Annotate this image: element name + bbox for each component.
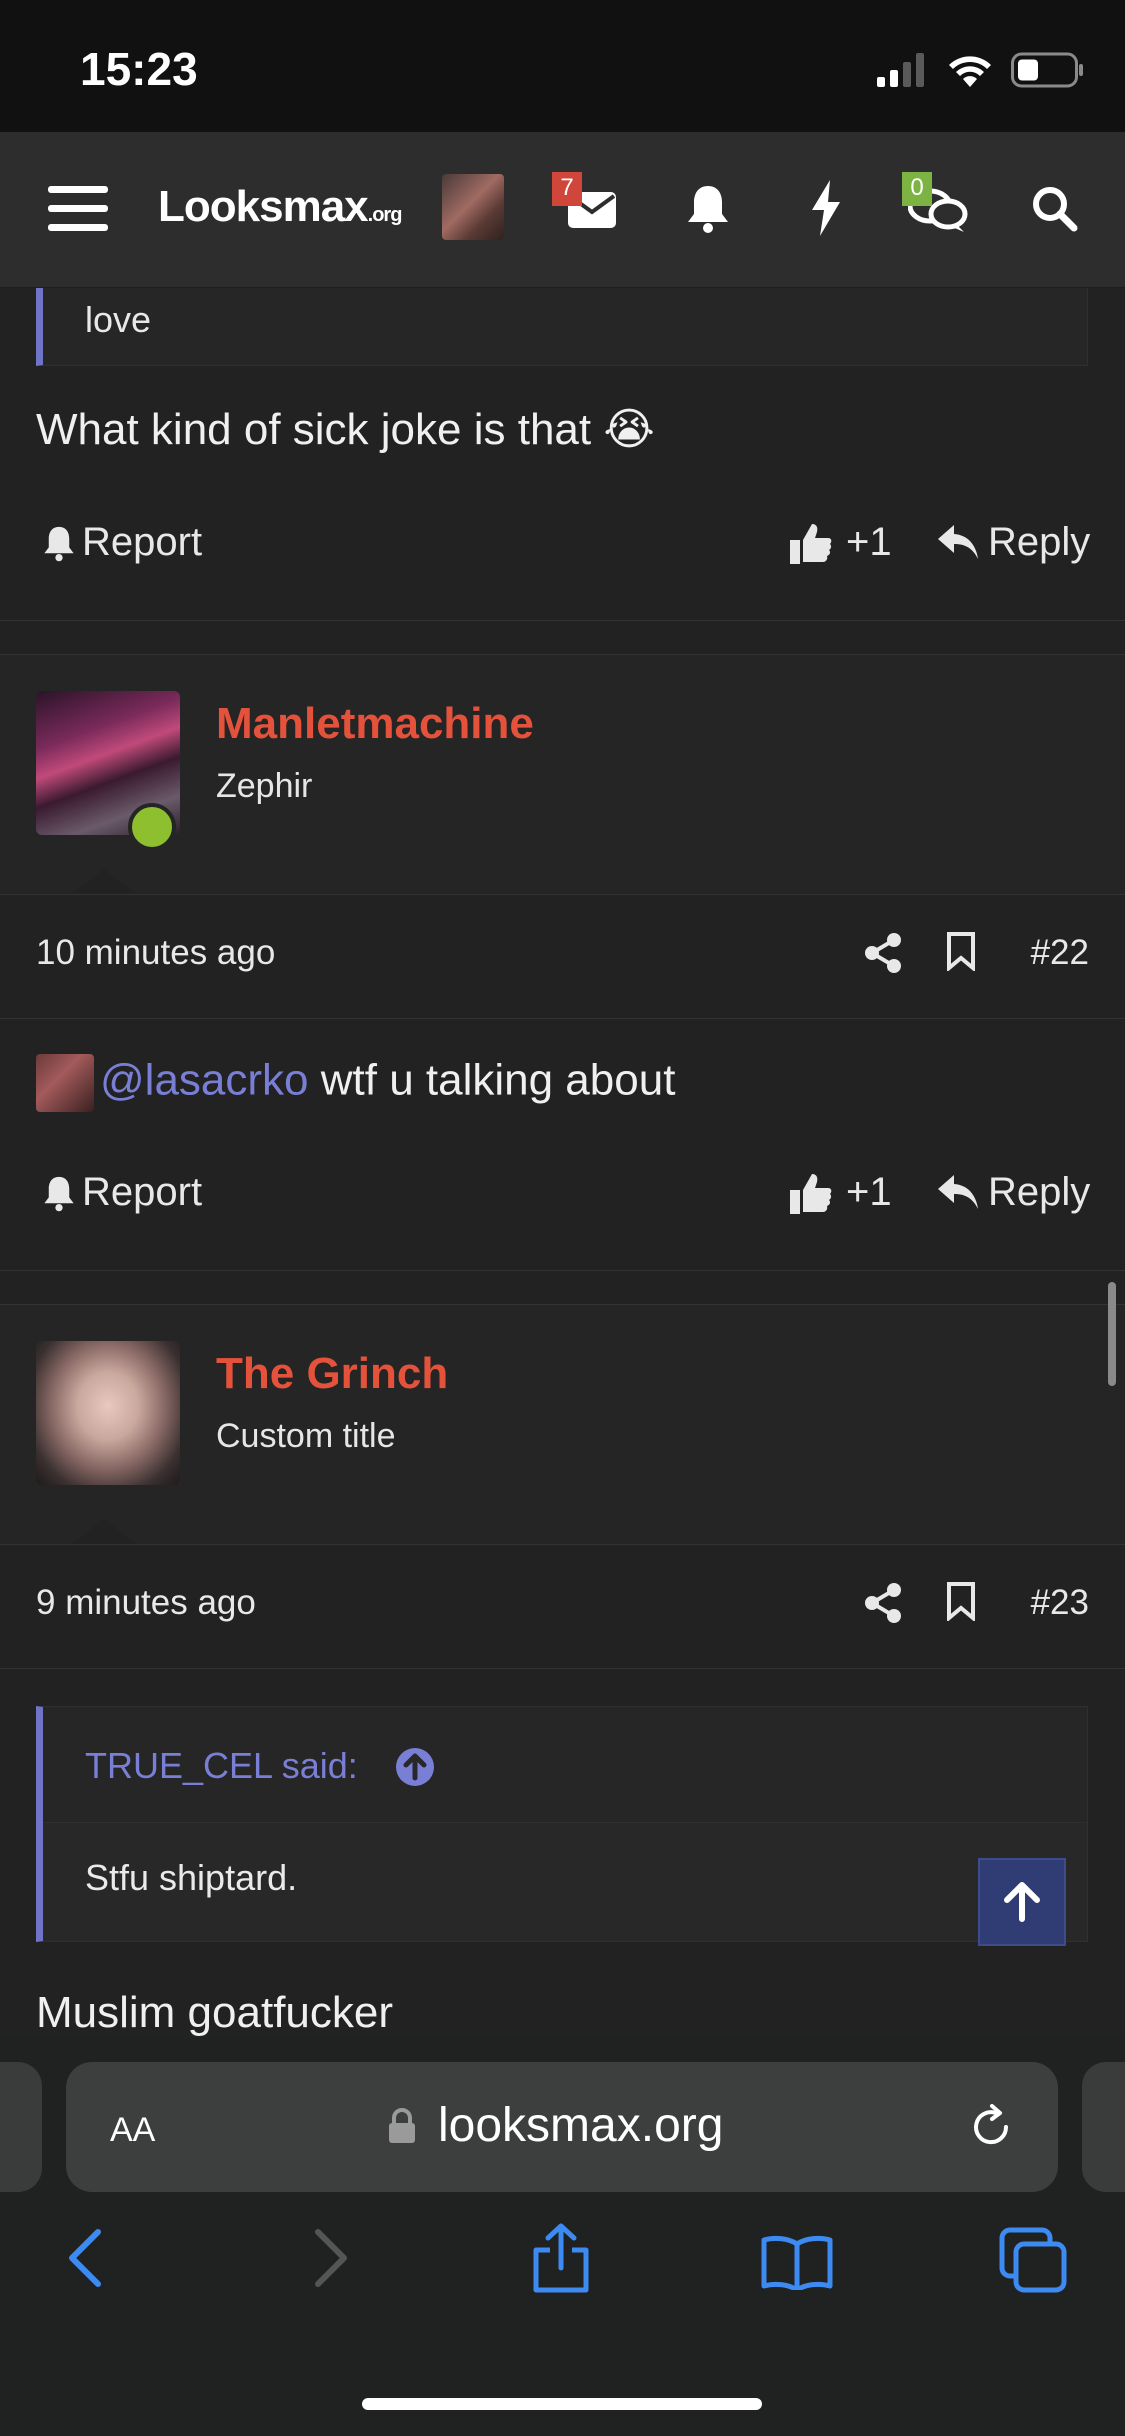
reload-icon[interactable] (966, 2102, 1016, 2152)
quote-author[interactable]: TRUE_CEL said: (85, 1745, 358, 1787)
post-divider (0, 620, 1125, 621)
reply-button[interactable]: Reply (938, 520, 1090, 565)
arrow-up-icon (1004, 1882, 1040, 1922)
reply-label: Reply (988, 1170, 1091, 1214)
arrow-up-circle-icon[interactable] (395, 1747, 435, 1787)
post-divider (0, 1668, 1125, 1669)
site-navbar: Looksmax.org 7 0 (0, 132, 1125, 288)
address-bar[interactable]: AA looksmax.org (66, 2062, 1058, 2192)
reply-icon (938, 1174, 978, 1209)
lightning-icon[interactable] (808, 180, 844, 236)
share-icon[interactable] (864, 933, 902, 973)
user-avatar[interactable] (442, 174, 504, 240)
share-sheet-icon[interactable] (530, 2222, 592, 2294)
post-message: Muslim goatfucker (36, 1988, 394, 2037)
inbox-badge: 7 (552, 172, 582, 206)
signal-icon (877, 53, 924, 87)
report-button[interactable]: Report (42, 1170, 202, 1215)
forward-icon (315, 2229, 347, 2287)
post-header: The Grinch Custom title (0, 1304, 1125, 1545)
quote-block: love (36, 288, 1088, 366)
like-button[interactable]: +1 (790, 520, 892, 565)
thumbs-up-icon (790, 1173, 832, 1214)
scroll-to-top-button[interactable] (978, 1858, 1066, 1946)
logo-text: Looksmax (158, 182, 369, 231)
user-title: Zephir (216, 767, 313, 805)
reader-settings-button[interactable]: AA (110, 2102, 155, 2152)
thumbs-up-icon (790, 523, 832, 564)
bell-icon[interactable] (686, 182, 730, 234)
bookmark-icon[interactable] (946, 931, 976, 971)
quote-text: love (85, 299, 152, 340)
bookmarks-icon[interactable] (760, 2234, 834, 2290)
bell-icon (44, 1176, 74, 1211)
post-message: @lasacrko wtf u talking about (36, 1054, 675, 1112)
status-icons (877, 50, 1085, 90)
tabs-icon[interactable] (998, 2226, 1068, 2294)
like-button[interactable]: +1 (790, 1170, 892, 1215)
logo-suffix: .org (367, 204, 403, 226)
online-indicator (128, 803, 176, 851)
report-label: Report (82, 1170, 203, 1214)
post-number[interactable]: #23 (1031, 1583, 1089, 1623)
share-icon[interactable] (864, 1583, 902, 1623)
home-indicator[interactable] (362, 2398, 762, 2410)
post-header: Manletmachine Zephir (0, 654, 1125, 895)
battery-icon (1011, 52, 1083, 88)
aa-label: AA (110, 2111, 156, 2149)
next-tab-peek[interactable] (1082, 2062, 1125, 2192)
header-caret (70, 869, 138, 895)
post-number[interactable]: #22 (1031, 933, 1089, 973)
menu-icon[interactable] (48, 184, 108, 234)
post-actions: Report +1 Reply (0, 1170, 1125, 1230)
post-divider (0, 1018, 1125, 1019)
previous-tab-peek[interactable] (0, 2062, 42, 2192)
post-message: What kind of sick joke is that 😭 (36, 405, 655, 454)
mention-link[interactable]: @lasacrko (100, 1056, 309, 1105)
post-time[interactable]: 10 minutes ago (36, 933, 275, 973)
quote-text: Stfu shiptard. (85, 1857, 298, 1898)
message-text: wtf u talking about (320, 1055, 676, 1105)
wifi-icon (949, 56, 991, 87)
status-bar: 15:23 (0, 0, 1125, 132)
status-time: 15:23 (80, 43, 198, 95)
like-count: +1 (846, 1170, 892, 1214)
reply-button[interactable]: Reply (938, 1170, 1090, 1215)
thread-content: love What kind of sick joke is that 😭 Re… (0, 288, 1125, 2038)
bell-icon (44, 526, 74, 561)
site-logo[interactable]: Looksmax.org (158, 182, 403, 232)
post-actions: Report +1 Reply (0, 520, 1125, 580)
reply-label: Reply (988, 520, 1091, 564)
back-icon[interactable] (66, 2228, 106, 2288)
header-caret (70, 1519, 138, 1545)
reply-icon (938, 524, 978, 559)
url-host: looksmax.org (438, 2099, 724, 2152)
search-icon[interactable] (1030, 184, 1078, 232)
report-button[interactable]: Report (42, 520, 202, 565)
user-avatar[interactable] (36, 1341, 180, 1485)
page-scrollbar[interactable] (1108, 1282, 1116, 1386)
lock-icon (389, 2108, 415, 2143)
mention-avatar (36, 1054, 94, 1112)
post-meta: 10 minutes ago #22 (0, 894, 1125, 1014)
username[interactable]: The Grinch (216, 1349, 448, 1399)
username[interactable]: Manletmachine (216, 699, 534, 749)
quote-block: TRUE_CEL said: Stfu shiptard. (36, 1706, 1088, 1942)
bookmark-icon[interactable] (946, 1581, 976, 1621)
chat-badge: 0 (902, 172, 932, 206)
report-label: Report (82, 520, 203, 564)
like-count: +1 (846, 520, 892, 564)
post-time[interactable]: 9 minutes ago (36, 1583, 256, 1623)
post-meta: 9 minutes ago #23 (0, 1544, 1125, 1664)
browser-toolbar: AA looksmax.org (0, 2038, 1125, 2436)
user-title: Custom title (216, 1417, 396, 1455)
post-divider (0, 1270, 1125, 1271)
quote-header: TRUE_CEL said: (43, 1707, 1087, 1823)
